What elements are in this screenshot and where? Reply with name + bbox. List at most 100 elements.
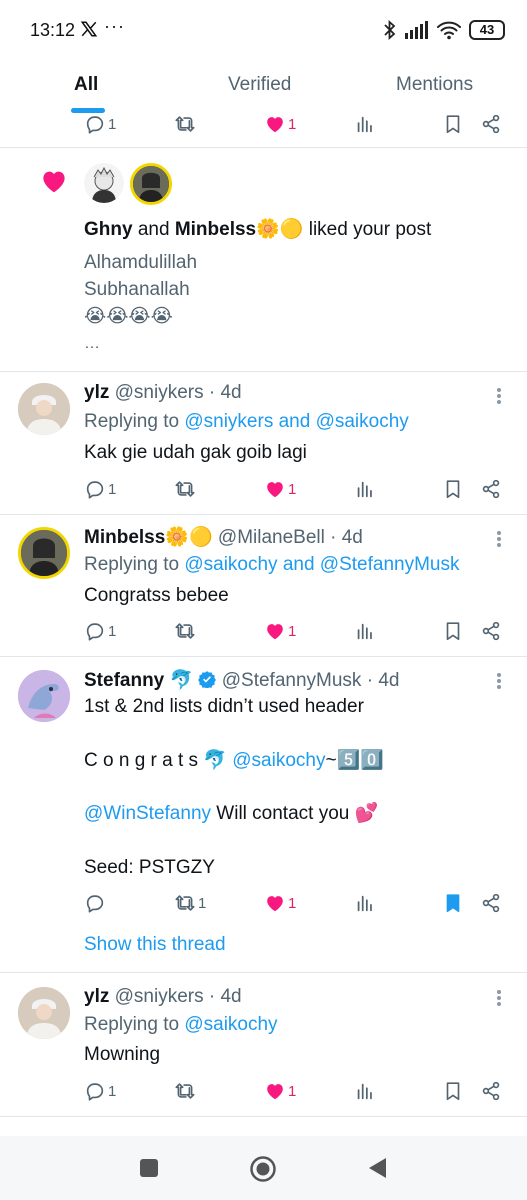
like-count: 1: [288, 480, 297, 498]
reply-count: 1: [108, 1082, 117, 1100]
post-body-line: Seed: PSTGZY: [84, 857, 215, 878]
handle-time[interactable]: @StefannyMusk · 4d: [222, 670, 400, 691]
views-button[interactable]: [354, 1077, 376, 1105]
avatar-ghny-image: [92, 166, 116, 203]
liker-name[interactable]: Minbelss🌼🟡: [175, 219, 304, 240]
avatar[interactable]: [130, 163, 172, 205]
avatar-minbelss-image: [133, 166, 169, 202]
reply-icon: [84, 478, 106, 500]
like-button[interactable]: 1: [264, 475, 296, 503]
reply-button[interactable]: 1: [84, 617, 116, 645]
tab-mentions[interactable]: Mentions: [396, 74, 473, 96]
like-button[interactable]: 1: [264, 110, 296, 138]
views-button[interactable]: [354, 475, 376, 503]
share-button[interactable]: [480, 1077, 502, 1105]
more-options-icon[interactable]: [496, 990, 502, 1010]
retweet-button[interactable]: [174, 110, 196, 138]
more-options-icon[interactable]: [496, 388, 502, 408]
share-button[interactable]: [480, 475, 502, 503]
liker-name[interactable]: Ghny: [84, 219, 133, 240]
reply-button[interactable]: [84, 889, 106, 917]
liked-post-ellipsis: …: [84, 335, 100, 352]
display-name[interactable]: ylz: [84, 986, 109, 1007]
avatar[interactable]: [18, 987, 70, 1039]
back-triangle-icon[interactable]: [366, 1156, 388, 1180]
home-circle-icon[interactable]: [249, 1155, 277, 1183]
reply-icon: [84, 620, 106, 642]
like-count: 1: [288, 1082, 297, 1100]
retweet-button[interactable]: [174, 617, 196, 645]
liked-post-line: Subhanallah: [84, 279, 190, 300]
more-options-icon[interactable]: [496, 673, 502, 693]
reply-button[interactable]: 1: [84, 110, 116, 138]
share-button[interactable]: [480, 889, 502, 917]
avatar[interactable]: [84, 163, 124, 203]
bookmark-button[interactable]: [442, 617, 464, 645]
post-header: Stefanny 🐬 @StefannyMusk · 4d: [84, 669, 399, 693]
post-header: ylz @sniykers · 4d: [84, 381, 242, 405]
reply-button[interactable]: 1: [84, 1077, 116, 1105]
avatar[interactable]: [18, 670, 70, 722]
show-thread-link[interactable]: Show this thread: [84, 933, 226, 957]
retweet-button[interactable]: [174, 475, 196, 503]
heart-filled-icon: [264, 620, 286, 642]
heart-filled-icon: [264, 1080, 286, 1102]
display-name[interactable]: Minbelss🌼🟡: [84, 527, 213, 548]
replying-to: Replying to @saikochy: [84, 1013, 278, 1037]
bookmark-button[interactable]: [442, 889, 464, 917]
retweet-icon: [174, 113, 196, 135]
mention-link[interactable]: @WinStefanny: [84, 803, 211, 824]
mention-link[interactable]: @saikochy: [232, 750, 325, 771]
replying-to: Replying to @sniykers and @saikochy: [84, 410, 409, 434]
more-options-icon[interactable]: [496, 531, 502, 551]
stats-icon: [354, 892, 376, 914]
divider: [0, 1116, 527, 1117]
reply-count: 1: [108, 115, 117, 133]
post-body-line: C o n g r a t s 🐬 @saikochy~5️⃣0️⃣: [84, 749, 384, 773]
replying-to: Replying to @saikochy and @StefannyMusk: [84, 553, 460, 577]
wifi-icon: [437, 21, 461, 40]
like-button[interactable]: 1: [264, 1077, 296, 1105]
bookmark-icon: [442, 1080, 464, 1102]
bookmark-button[interactable]: [442, 475, 464, 503]
reply-icon: [84, 113, 106, 135]
retweet-button[interactable]: [174, 1077, 196, 1105]
reply-icon: [84, 1080, 106, 1102]
avatar[interactable]: [18, 383, 70, 435]
share-icon: [480, 1080, 502, 1102]
tab-verified[interactable]: Verified: [228, 74, 291, 96]
avatar[interactable]: [18, 527, 70, 579]
handle-time[interactable]: @sniykers · 4d: [115, 986, 242, 1007]
heart-filled-icon: [264, 892, 286, 914]
action-row: 1 1: [84, 110, 504, 138]
action-row: 1 1: [84, 617, 504, 645]
views-button[interactable]: [354, 889, 376, 917]
replying-to-link[interactable]: @saikochy and @StefannyMusk: [184, 554, 459, 575]
share-button[interactable]: [480, 110, 502, 138]
views-button[interactable]: [354, 617, 376, 645]
reply-count: 1: [108, 480, 117, 498]
retweet-button[interactable]: 1: [174, 889, 206, 917]
recents-square-icon[interactable]: [139, 1158, 159, 1178]
replying-to-link[interactable]: @sniykers and @saikochy: [184, 411, 408, 432]
share-button[interactable]: [480, 617, 502, 645]
bookmark-button[interactable]: [442, 110, 464, 138]
like-button[interactable]: 1: [264, 617, 296, 645]
avatar-ylz-image: [18, 383, 70, 435]
bookmark-button[interactable]: [442, 1077, 464, 1105]
like-button[interactable]: 1: [264, 889, 296, 917]
tab-all[interactable]: All: [74, 74, 98, 96]
liked-post-line: Alhamdulillah: [84, 252, 198, 273]
retweet-icon: [174, 892, 196, 914]
display-name[interactable]: Stefanny 🐬: [84, 670, 193, 691]
views-button[interactable]: [354, 110, 376, 138]
signal-icon: [405, 21, 428, 39]
handle-time[interactable]: @MilaneBell · 4d: [218, 527, 363, 548]
display-name[interactable]: ylz: [84, 382, 109, 403]
replying-to-link[interactable]: @saikochy: [184, 1014, 277, 1035]
post-body: Congratss bebee: [84, 585, 229, 606]
action-row: 1 1: [84, 889, 504, 917]
handle-time[interactable]: @sniykers · 4d: [115, 382, 242, 403]
status-time: 13:12: [30, 20, 76, 40]
reply-button[interactable]: 1: [84, 475, 116, 503]
